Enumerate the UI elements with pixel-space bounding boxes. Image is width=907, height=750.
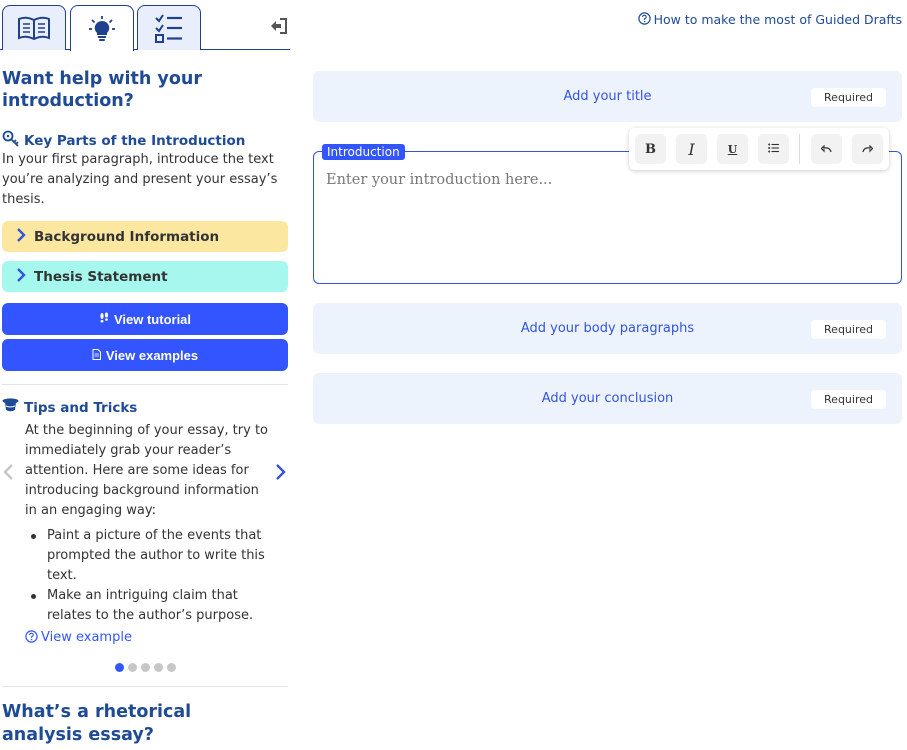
magic-hat-icon (2, 398, 19, 417)
view-example-link[interactable]: View example (25, 628, 132, 647)
bullet-list-button[interactable] (758, 134, 789, 164)
key-icon (2, 130, 20, 152)
checklist-icon (154, 13, 184, 43)
formatting-toolbar: B I U (629, 128, 889, 170)
lightbulb-icon (88, 15, 116, 43)
tips-body: At the beginning of your essay, try to i… (25, 423, 269, 518)
undo-button[interactable] (811, 134, 842, 164)
accordion-background-information[interactable]: Background Information (2, 221, 288, 252)
carousel-dot[interactable] (154, 663, 163, 672)
view-examples-button[interactable]: View examples (2, 339, 288, 371)
add-body-label: Add your body paragraphs (520, 321, 695, 336)
key-parts-label: Key Parts of the Introduction (24, 133, 246, 149)
guided-drafts-help-link[interactable]: How to make the most of Guided Drafts (637, 10, 902, 29)
divider (2, 384, 288, 385)
help-title: Want help with your introduction? (2, 69, 202, 111)
view-tutorial-label: View tutorial (113, 311, 192, 327)
tab-lightbulb[interactable] (70, 5, 134, 51)
introduction-input[interactable] (326, 172, 886, 188)
footsteps-icon (99, 311, 109, 327)
add-title-card[interactable]: Add your title Required (313, 71, 902, 122)
view-examples-label: View examples (105, 347, 199, 363)
divider (2, 686, 288, 687)
tips-list: Paint a picture of the events that promp… (25, 526, 270, 626)
help-circle-icon (25, 628, 38, 647)
carousel-prev-icon[interactable] (3, 464, 14, 484)
list-item: Paint a picture of the events that promp… (25, 526, 270, 586)
redo-icon (862, 142, 874, 157)
add-conclusion-label: Add your conclusion (541, 391, 674, 406)
add-title-label: Add your title (563, 89, 652, 104)
carousel-dot[interactable] (115, 663, 124, 672)
toolbar-separator (799, 134, 800, 164)
key-parts-description: In your first paragraph, introduce the t… (2, 152, 278, 207)
tab-book[interactable] (2, 5, 66, 50)
sidebar: Want help with your introduction? Key Pa… (0, 0, 290, 750)
chevron-right-icon (16, 227, 26, 246)
bullet-list-icon (767, 142, 780, 157)
help-circle-icon (637, 10, 651, 29)
collapse-sidebar-icon[interactable] (270, 17, 288, 35)
carousel-next-icon[interactable] (275, 464, 286, 484)
accordion-label: Thesis Statement (34, 268, 168, 285)
underline-button[interactable]: U (717, 134, 748, 164)
accordion-thesis-statement[interactable]: Thesis Statement (2, 261, 288, 292)
italic-button[interactable]: I (676, 134, 707, 164)
tab-checklist[interactable] (137, 5, 201, 50)
carousel-dots (115, 663, 176, 672)
carousel-dot[interactable] (167, 663, 176, 672)
required-badge: Required (811, 88, 886, 107)
required-badge: Required (811, 320, 886, 339)
accordion-label: Background Information (34, 228, 220, 245)
rhetorical-analysis-title: What’s a rhetorical analysis essay? (2, 702, 192, 745)
sidebar-tabs (0, 0, 290, 51)
chevron-right-icon (16, 267, 26, 286)
bold-button[interactable]: B (635, 134, 666, 164)
tips-heading: Tips and Tricks (2, 398, 137, 417)
list-item: Make an intriguing claim that relates to… (25, 586, 270, 626)
introduction-label: Introduction (322, 144, 405, 160)
document-icon (92, 348, 101, 363)
view-tutorial-button[interactable]: View tutorial (2, 303, 288, 335)
carousel-dot[interactable] (128, 663, 137, 672)
redo-button[interactable] (852, 134, 883, 164)
undo-icon (820, 142, 832, 157)
carousel-dot[interactable] (141, 663, 150, 672)
required-badge: Required (811, 390, 886, 409)
guide-link-label: How to make the most of Guided Drafts (653, 12, 902, 27)
add-body-paragraphs-card[interactable]: Add your body paragraphs Required (313, 303, 902, 354)
introduction-editor (313, 151, 902, 284)
add-conclusion-card[interactable]: Add your conclusion Required (313, 373, 902, 424)
tips-label: Tips and Tricks (24, 399, 138, 416)
key-parts-heading: Key Parts of the Introduction (2, 130, 245, 152)
book-icon (17, 15, 51, 41)
view-example-label: View example (41, 630, 132, 645)
